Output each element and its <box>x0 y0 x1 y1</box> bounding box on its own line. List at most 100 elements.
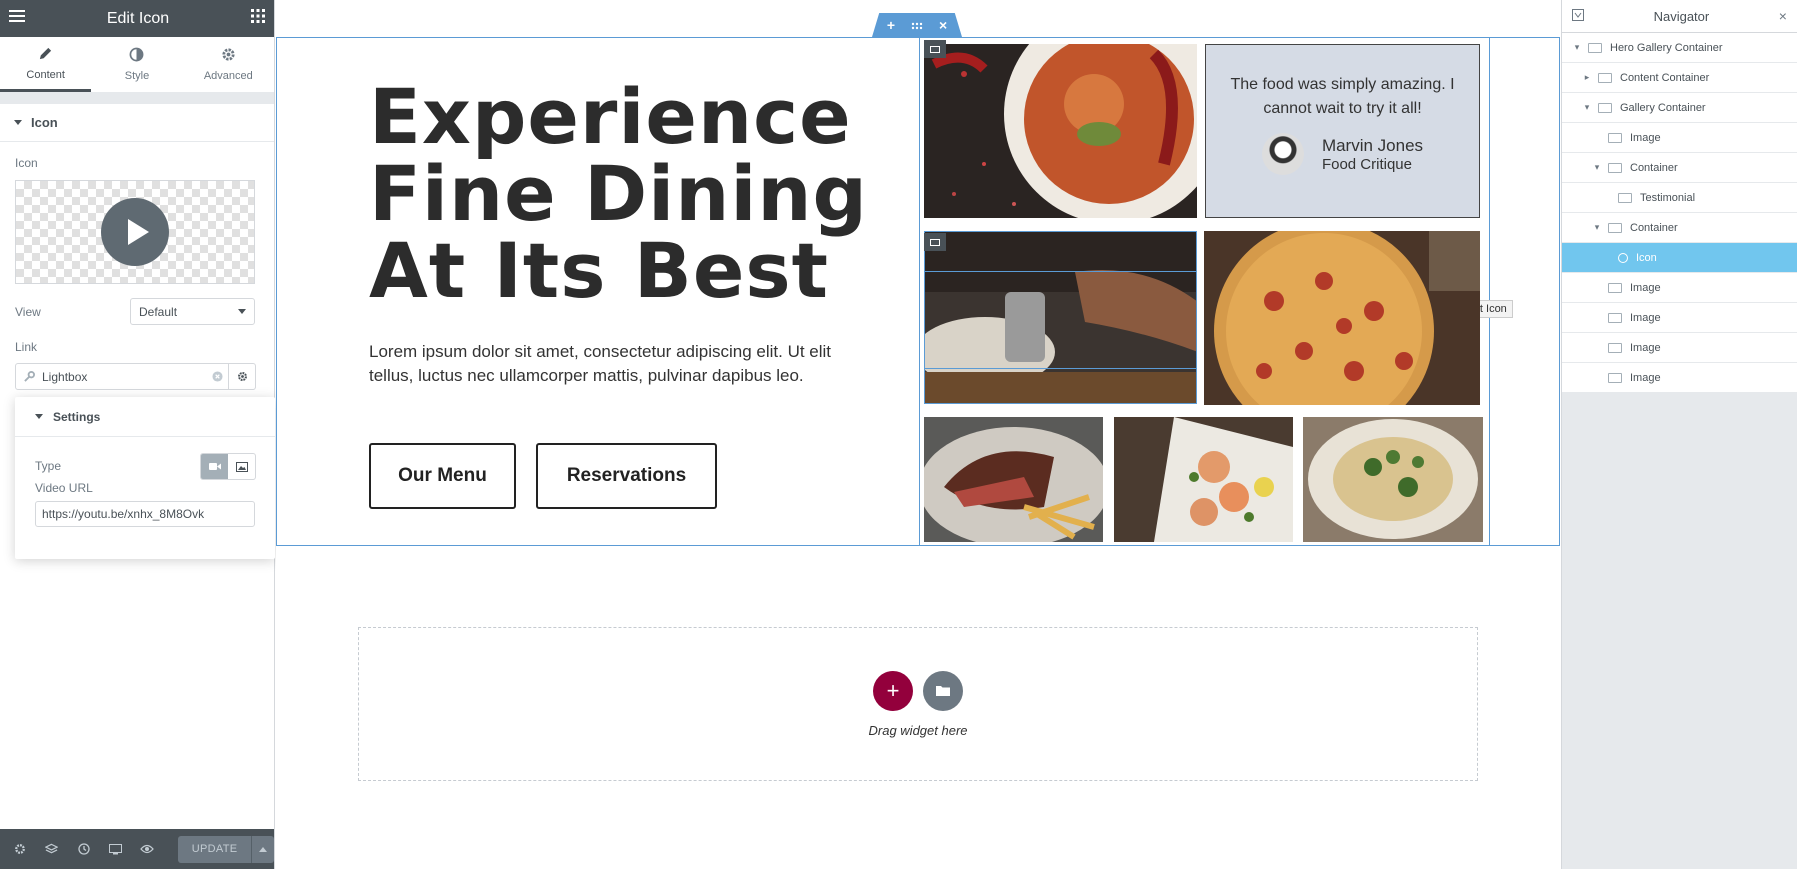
element-type-icon <box>1598 72 1612 83</box>
navigator-item[interactable]: ▾ Container <box>1562 213 1797 243</box>
pasta-image[interactable] <box>1303 417 1483 542</box>
navigator-item[interactable]: ▸ Content Container <box>1562 63 1797 93</box>
navigator-panel: Navigator × ▾ Hero Gallery Container ▸ Cont… <box>1561 0 1797 869</box>
avatar <box>1261 133 1304 175</box>
element-type-icon <box>1598 102 1612 113</box>
navigator-item[interactable]: ▾ Gallery Container <box>1562 93 1797 123</box>
pizza-image[interactable] <box>1204 231 1480 405</box>
panel-footer: UPDATE <box>0 829 275 869</box>
update-options-chevron-icon[interactable] <box>250 835 275 863</box>
navigator-item-label: Icon <box>1636 251 1657 264</box>
view-select[interactable]: Default <box>130 298 255 325</box>
settings-header[interactable]: Settings <box>15 397 275 437</box>
link-control-label: Link <box>15 340 38 354</box>
caret-icon[interactable]: ▾ <box>1582 102 1592 113</box>
icon-picker-preview[interactable] <box>15 180 255 284</box>
tab-content-label: Content <box>26 68 65 81</box>
navigator-item-label: Image <box>1630 131 1661 144</box>
navigator-item[interactable]: Testimonial <box>1562 183 1797 213</box>
add-section-button[interactable]: + <box>873 670 913 711</box>
wrench-icon <box>16 371 42 382</box>
testimonial-author: Marvin Jones Food Critique <box>1206 133 1479 175</box>
preview-eye-icon[interactable] <box>132 829 164 869</box>
navigator-item[interactable]: Image <box>1562 363 1797 393</box>
history-icon[interactable] <box>68 829 100 869</box>
caret-down-icon <box>35 414 43 419</box>
caret-icon[interactable]: ▾ <box>1572 42 1582 53</box>
tab-style[interactable]: Style <box>91 37 182 92</box>
link-input-value: Lightbox <box>42 369 88 384</box>
type-toggle <box>200 453 256 480</box>
panel-title: Edit Icon <box>106 9 170 27</box>
caret-down-icon <box>14 120 22 125</box>
update-button[interactable]: UPDATE <box>178 835 251 863</box>
testimonial-card[interactable]: The food was simply amazing. I cannot wa… <box>1205 44 1480 218</box>
layers-icon[interactable] <box>36 829 68 869</box>
element-type-icon <box>1588 42 1602 53</box>
caret-icon[interactable]: ▾ <box>1592 222 1602 233</box>
element-type-icon <box>1608 222 1622 233</box>
reservations-button[interactable]: Reservations <box>536 443 717 509</box>
widgets-grid-icon[interactable] <box>250 9 265 28</box>
hero-heading[interactable]: Experience Fine Dining At Its Best <box>369 78 868 309</box>
collapse-all-icon[interactable] <box>1572 8 1584 24</box>
navigator-item-label: Image <box>1630 281 1661 294</box>
play-circle-icon <box>101 198 169 266</box>
navigator-item-label: Content Container <box>1620 71 1710 84</box>
element-type-icon <box>1618 252 1628 263</box>
add-section-icon[interactable]: + <box>887 17 895 33</box>
curry-dish-image[interactable] <box>924 44 1197 218</box>
gear-icon <box>221 47 236 65</box>
navigator-item[interactable]: Icon <box>1562 243 1797 273</box>
drop-zone-text: Drag widget here <box>868 722 968 738</box>
testimonial-name: Marvin Jones <box>1321 135 1424 155</box>
container-handle-icon[interactable] <box>924 40 946 58</box>
hero-heading-line: Fine Dining <box>369 149 868 238</box>
navigator-item-label: Image <box>1630 341 1661 354</box>
link-input[interactable]: Lightbox <box>15 363 256 390</box>
panel-body: Icon Icon View Default Link Lightbox Set… <box>0 104 275 829</box>
link-settings-gear-icon[interactable] <box>228 364 255 389</box>
settings-gear-icon[interactable] <box>4 829 36 869</box>
responsive-icon[interactable] <box>100 829 132 869</box>
element-type-icon <box>1608 312 1622 323</box>
hamburger-menu-icon[interactable] <box>9 9 25 28</box>
icon-widget-frame[interactable] <box>924 271 1197 369</box>
video-camera-icon[interactable] <box>201 454 228 479</box>
navigator-item[interactable]: ▾ Hero Gallery Container <box>1562 33 1797 63</box>
navigator-item[interactable]: Image <box>1562 333 1797 363</box>
tab-content[interactable]: Content <box>0 37 92 92</box>
navigator-item[interactable]: Image <box>1562 273 1797 303</box>
navigator-item[interactable]: Image <box>1562 123 1797 153</box>
editor-canvas: + × Experience Fine Dining At Its Best L… <box>276 0 1560 869</box>
link-settings-popover: Settings Type Video URL https://youtu.be… <box>15 397 275 559</box>
drop-zone[interactable]: + Drag widget here <box>358 627 1478 781</box>
navigator-item[interactable]: Image <box>1562 303 1797 333</box>
navigator-title: Navigator <box>1653 8 1710 24</box>
section-title: Icon <box>31 115 58 130</box>
navigator-item-label: Container <box>1630 161 1678 174</box>
container-handle-icon[interactable] <box>924 233 946 251</box>
icon-section-header[interactable]: Icon <box>0 104 274 142</box>
close-icon[interactable]: × <box>1779 8 1787 24</box>
view-select-value: Default <box>139 304 178 319</box>
hero-heading-line: At Its Best <box>369 226 829 315</box>
navigator-item[interactable]: ▾ Container <box>1562 153 1797 183</box>
template-library-folder-icon[interactable] <box>923 670 963 711</box>
drop-zone-buttons: + <box>873 670 963 711</box>
caret-icon[interactable]: ▸ <box>1582 72 1592 83</box>
element-type-icon <box>1608 282 1622 293</box>
hero-paragraph[interactable]: Lorem ipsum dolor sit amet, consectetur … <box>369 340 869 388</box>
element-type-icon <box>1608 372 1622 383</box>
tab-advanced[interactable]: Advanced <box>183 37 274 92</box>
drag-handle-icon[interactable] <box>911 17 923 33</box>
caret-icon[interactable]: ▾ <box>1592 162 1602 173</box>
image-icon[interactable] <box>228 454 255 479</box>
steak-image[interactable] <box>924 417 1103 542</box>
video-url-input[interactable]: https://youtu.be/xnhx_8M8Ovk <box>35 501 255 527</box>
testimonial-role: Food Critique <box>1321 155 1412 173</box>
our-menu-button[interactable]: Our Menu <box>369 443 516 509</box>
shrimp-image[interactable] <box>1114 417 1293 542</box>
delete-section-icon[interactable]: × <box>939 17 947 33</box>
clear-icon[interactable] <box>206 371 228 382</box>
